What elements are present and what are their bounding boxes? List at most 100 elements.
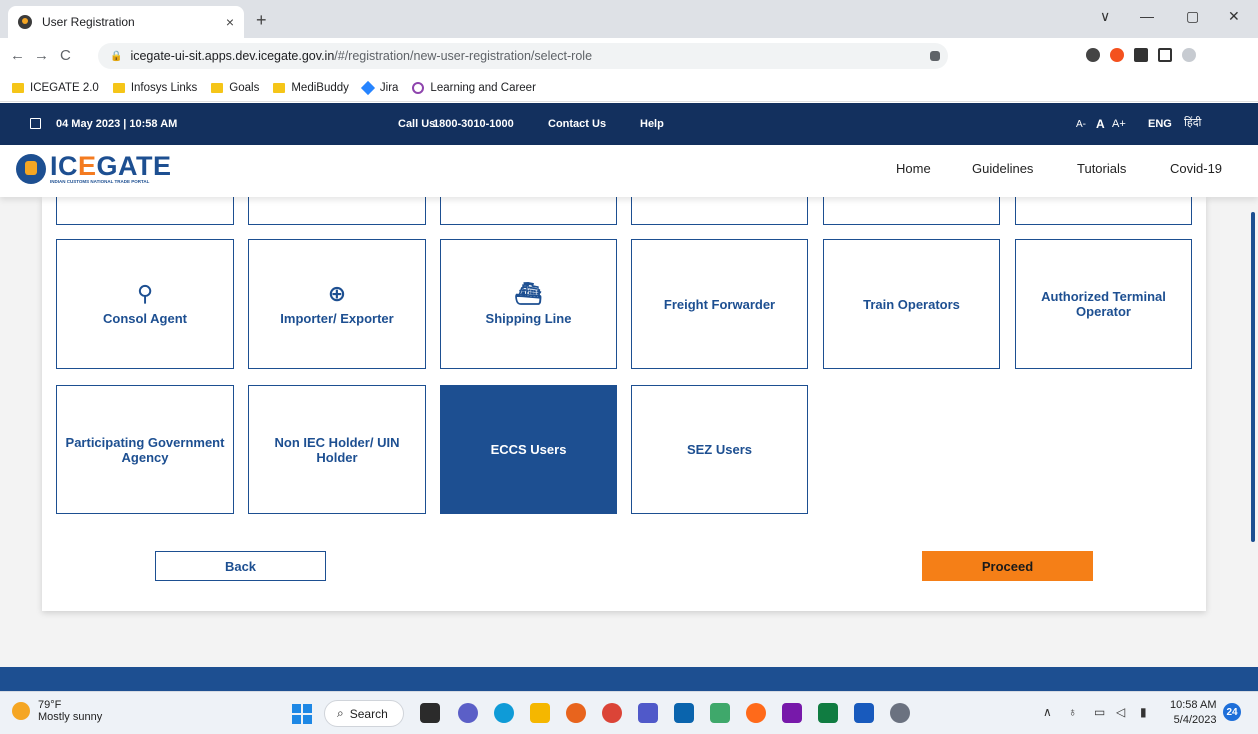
chrome-icon[interactable]	[602, 703, 622, 723]
language-english[interactable]: ENG	[1148, 118, 1172, 130]
role-tile-partial[interactable]	[823, 197, 1000, 225]
back-arrow-icon[interactable]: ←	[10, 47, 25, 64]
display-icon[interactable]: ▭	[1094, 705, 1105, 719]
volume-icon[interactable]: ◁	[1116, 705, 1125, 719]
puzzle-icon[interactable]	[1134, 48, 1148, 62]
task-view-icon[interactable]	[420, 703, 440, 723]
restore-button[interactable]: ▢	[1186, 8, 1199, 25]
file-explorer-icon[interactable]	[530, 703, 550, 723]
role-tile-partial[interactable]	[631, 197, 808, 225]
proceed-button[interactable]: Proceed	[922, 551, 1093, 581]
url-input[interactable]: 🔒 icegate-ui-sit.apps.dev.icegate.gov.in…	[98, 43, 948, 69]
bookmark-jira[interactable]: Jira	[360, 80, 398, 95]
edge-icon[interactable]	[494, 703, 514, 723]
ship-icon: ⛴	[514, 280, 543, 306]
role-tile-partial[interactable]	[440, 197, 617, 225]
outlook-icon[interactable]	[674, 703, 694, 723]
bookmark-infosys[interactable]: Infosys Links	[112, 82, 197, 94]
browser-tab-bar: User Registration × + ∨ — ▢ ✕	[0, 0, 1258, 38]
tray-chevron-icon[interactable]: ∧	[1043, 705, 1052, 719]
battery-icon[interactable]: ▮	[1140, 705, 1147, 719]
taskbar-search[interactable]: ⌕ Search	[324, 700, 404, 727]
language-hindi[interactable]: हिंदी	[1184, 115, 1201, 130]
start-button[interactable]	[292, 704, 312, 724]
url-host: icegate-ui-sit.apps.dev.icegate.gov.in	[130, 49, 335, 63]
role-tile-partial[interactable]	[248, 197, 426, 225]
search-icon: ⌕	[337, 706, 344, 720]
jira-icon	[360, 80, 375, 95]
word-icon[interactable]	[854, 703, 874, 723]
tab-search-dropdown-icon[interactable]: ∨	[1100, 8, 1110, 25]
calendar-icon	[30, 118, 41, 129]
pen-app-icon[interactable]	[746, 703, 766, 723]
tab-title: User Registration	[42, 15, 135, 29]
extension-w-icon[interactable]	[1086, 48, 1100, 62]
role-importer-exporter[interactable]: ⊕ Importer/ Exporter	[248, 239, 426, 369]
site-header: ICEGATE INDIAN CUSTOMS NATIONAL TRADE PO…	[0, 145, 1258, 197]
site-top-strip: 04 May 2023 | 10:58 AM Call Us 1800-3010…	[0, 103, 1258, 145]
role-train-operators[interactable]: Train Operators	[823, 239, 1000, 369]
learning-icon	[412, 81, 425, 94]
notification-badge[interactable]: 24	[1223, 703, 1241, 721]
whiteboard-icon[interactable]	[710, 703, 730, 723]
windows-taskbar: 79°F Mostly sunny ⌕ Search ∧ ♁ ▭ ◁ ▮ 10:…	[0, 691, 1258, 734]
role-shipping-line[interactable]: ⛴ Shipping Line	[440, 239, 617, 369]
profile-avatar-icon[interactable]	[1182, 48, 1196, 62]
sidepanel-icon[interactable]	[1158, 48, 1172, 62]
minimize-button[interactable]: —	[1140, 8, 1154, 24]
role-authorized-terminal-operator[interactable]: Authorized Terminal Operator	[1015, 239, 1192, 369]
bookmark-learning[interactable]: Learning and Career	[412, 81, 536, 94]
weather-widget[interactable]: 79°F Mostly sunny	[12, 699, 102, 723]
reload-icon[interactable]: C	[60, 47, 71, 64]
role-sez-users[interactable]: SEZ Users	[631, 385, 808, 514]
forward-arrow-icon[interactable]: →	[34, 47, 49, 64]
role-eccs-users[interactable]: ECCS Users	[440, 385, 617, 514]
firefox-icon[interactable]	[566, 703, 586, 723]
sun-icon	[12, 702, 30, 720]
nav-tutorials[interactable]: Tutorials	[1077, 161, 1126, 176]
font-normal-button[interactable]: A	[1096, 117, 1105, 131]
weather-condition: Mostly sunny	[38, 711, 103, 723]
teams-icon[interactable]	[638, 703, 658, 723]
bookmarks-bar: ICEGATE 2.0 Infosys Links Goals MediBudd…	[0, 74, 1258, 102]
nav-guidelines[interactable]: Guidelines	[972, 161, 1033, 176]
bookmark-goals[interactable]: Goals	[211, 82, 259, 94]
tab-close-icon[interactable]: ×	[226, 14, 234, 30]
excel-icon[interactable]	[818, 703, 838, 723]
close-window-button[interactable]: ✕	[1228, 8, 1240, 25]
new-tab-button[interactable]: +	[256, 10, 267, 31]
settings-gear-icon[interactable]	[890, 703, 910, 723]
nav-covid19[interactable]: Covid-19	[1170, 161, 1222, 176]
microphone-icon[interactable]: ♁	[1068, 705, 1077, 719]
bookmark-icegate[interactable]: ICEGATE 2.0	[12, 82, 99, 94]
nav-home[interactable]: Home	[896, 161, 931, 176]
site-favicon-icon	[18, 15, 32, 29]
system-clock[interactable]: 10:58 AM 5/4/2023	[1170, 698, 1216, 728]
folder-icon	[211, 82, 224, 93]
role-freight-forwarder[interactable]: Freight Forwarder	[631, 239, 808, 369]
chat-icon[interactable]	[458, 703, 478, 723]
back-button[interactable]: Back	[155, 551, 326, 581]
extension-x-icon[interactable]	[1110, 48, 1124, 62]
role-consol-agent[interactable]: ⚲ Consol Agent	[56, 239, 234, 369]
browser-tab[interactable]: User Registration ×	[8, 6, 244, 38]
url-path: /#/registration/new-user-registration/se…	[334, 49, 593, 63]
role-participating-government-agency[interactable]: Participating Government Agency	[56, 385, 234, 514]
icegate-logo[interactable]: ICEGATE INDIAN CUSTOMS NATIONAL TRADE PO…	[16, 153, 172, 184]
role-tile-partial[interactable]	[56, 197, 234, 225]
onenote-icon[interactable]	[782, 703, 802, 723]
font-decrease-button[interactable]: A-	[1076, 119, 1086, 130]
font-increase-button[interactable]: A+	[1112, 118, 1126, 130]
folder-icon	[112, 82, 125, 93]
key-icon[interactable]	[930, 51, 940, 61]
contact-us-link[interactable]: Contact Us	[548, 118, 606, 130]
role-non-iec-holder[interactable]: Non IEC Holder/ UIN Holder	[248, 385, 426, 514]
call-us-number[interactable]: 1800-3010-1000	[433, 118, 514, 130]
joystick-icon: ⚲	[136, 280, 154, 306]
page-scrollbar[interactable]	[1251, 212, 1255, 542]
emblem-icon	[16, 153, 46, 184]
help-link[interactable]: Help	[640, 118, 664, 130]
bookmark-medibuddy[interactable]: MediBuddy	[273, 82, 349, 94]
role-tile-partial[interactable]	[1015, 197, 1192, 225]
folder-icon	[273, 82, 286, 93]
